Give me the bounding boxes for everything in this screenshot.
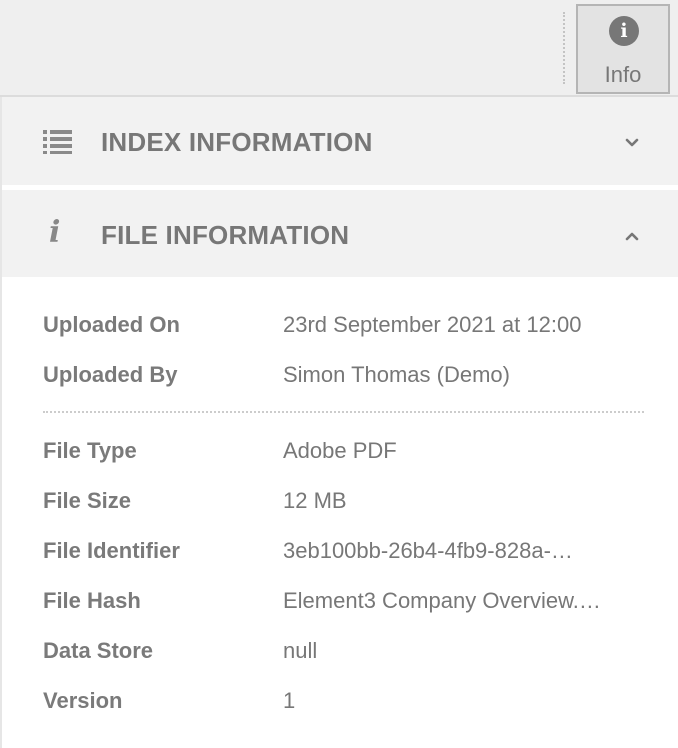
file-information-title: FILE INFORMATION [101, 220, 350, 250]
file-identifier-value: 3eb100bb-26b4-4fb9-828a-… [283, 538, 573, 563]
file-hash-row: File Hash Element3 Company Overview.pdf [43, 588, 643, 618]
data-store-value: null [283, 638, 318, 663]
info-panel: INDEX INFORMATION i FILE INFORMATION Upl… [0, 97, 678, 748]
toolbar-separator [563, 12, 565, 84]
file-size-value: 12 MB [283, 488, 347, 513]
uploaded-by-label: Uploaded By [43, 362, 178, 387]
index-information-title: INDEX INFORMATION [101, 127, 373, 157]
version-value: 1 [283, 688, 296, 713]
data-store-label: Data Store [43, 638, 154, 663]
version-label: Version [43, 688, 123, 713]
file-hash-label: File Hash [43, 588, 141, 613]
file-information-header[interactable]: i FILE INFORMATION [2, 190, 678, 277]
uploaded-by-value: Simon Thomas (Demo) [283, 362, 510, 387]
index-information-header[interactable]: INDEX INFORMATION [2, 97, 678, 185]
chevron-down-icon[interactable] [620, 131, 644, 155]
uploaded-on-row: Uploaded On 23rd September 2021 at 12:00 [43, 312, 643, 342]
info-button-label: Info [604, 62, 642, 87]
panel-toolbar: i Info [0, 0, 678, 97]
info-circle-icon: i [609, 16, 639, 46]
file-size-row: File Size 12 MB [43, 488, 643, 518]
list-icon [43, 130, 72, 154]
data-store-row: Data Store null [43, 638, 643, 668]
chevron-up-icon[interactable] [620, 224, 644, 248]
file-identifier-label: File Identifier [43, 538, 180, 563]
file-type-label: File Type [43, 438, 137, 463]
divider [43, 411, 644, 413]
file-size-label: File Size [43, 488, 132, 513]
file-type-value: Adobe PDF [283, 438, 397, 463]
info-italic-icon: i [49, 215, 61, 250]
info-button[interactable]: i Info [576, 4, 670, 94]
file-identifier-row: File Identifier 3eb100bb-26b4-4fb9-828a-… [43, 538, 643, 568]
file-hash-value: Element3 Company Overview.pdf [283, 588, 603, 613]
uploaded-by-row: Uploaded By Simon Thomas (Demo) [43, 362, 643, 392]
uploaded-on-label: Uploaded On [43, 312, 180, 337]
uploaded-on-value: 23rd September 2021 at 12:00 [283, 312, 582, 337]
version-row: Version 1 [43, 688, 643, 718]
file-type-row: File Type Adobe PDF [43, 438, 643, 468]
